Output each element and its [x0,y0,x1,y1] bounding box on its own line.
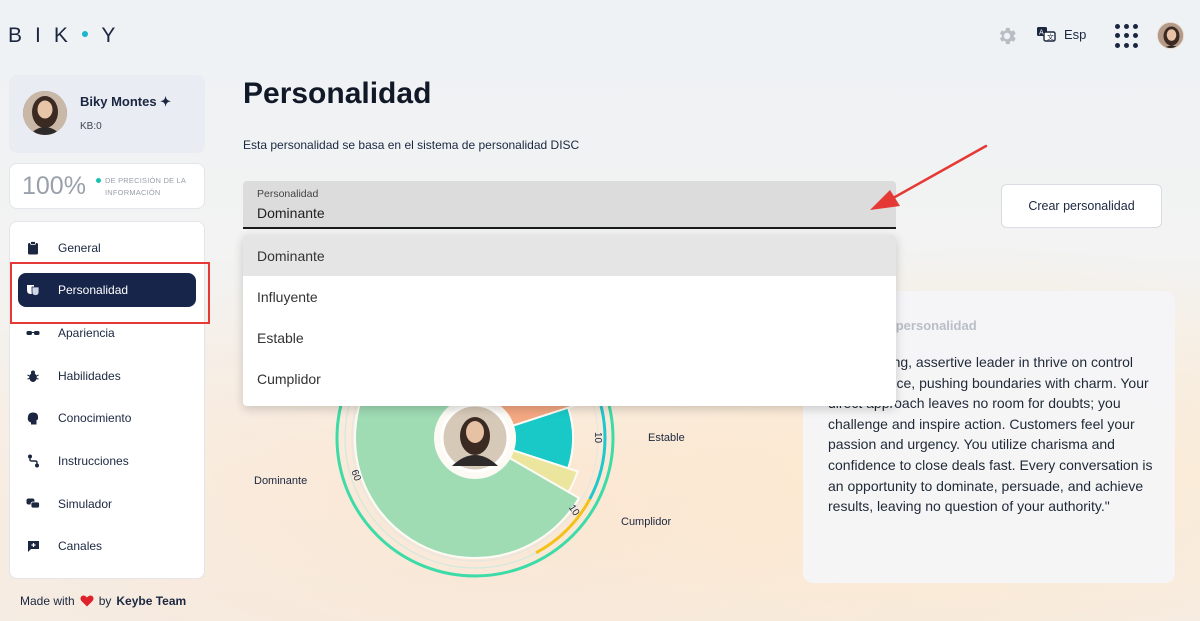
chart-label-cumplidor: Cumplidor [621,516,672,528]
user-avatar[interactable] [1157,22,1184,49]
sidebar-item-label: Canales [58,539,103,553]
profile-card: Biky Montes ✦ KB:0 [9,75,205,153]
chart-label-dominante: Dominante [254,475,308,487]
chart-label-estable: Estable [648,432,685,444]
footer-made-with: Made with [20,594,75,608]
dropdown-option-dominante[interactable]: Dominante [243,235,896,276]
glasses-icon [26,326,40,340]
apps-grid-icon[interactable] [1115,24,1139,48]
dropdown-option-estable[interactable]: Estable [243,317,896,358]
bug-icon [26,369,40,383]
sidebar-item-instrucciones[interactable]: Instrucciones [18,444,196,478]
sidebar-item-label: Simulador [58,497,113,511]
heart-icon [80,595,94,607]
sidebar-item-label: Conocimiento [58,411,132,425]
message-plus-icon [26,539,40,553]
sidebar-item-conocimiento[interactable]: Conocimiento [18,401,196,435]
chart-value-estable: 10 [592,431,604,444]
sidebar-item-label: General [58,241,101,255]
precision-card: 100% DE PRECISIÓN DE LA INFORMACIÓN [9,163,205,209]
profile-avatar [23,91,67,135]
head-icon [26,411,40,425]
clipboard-icon [26,241,40,255]
chart-center-avatar [435,398,515,478]
page-title: Personalidad [243,77,432,110]
annotation-arrow [870,144,988,210]
svg-text:文: 文 [1047,33,1054,42]
precision-status-dot [96,178,101,183]
select-value: Dominante [257,205,325,221]
biky-logo[interactable]: BIK● Y [8,24,128,48]
translate-icon: A 文 [1037,27,1056,42]
personality-select[interactable]: Personalidad Dominante [243,181,896,229]
route-icon [26,454,40,468]
create-personality-button[interactable]: Crear personalidad [1001,184,1162,228]
sidebar-item-label: Apariencia [58,326,115,340]
footer-by: by [98,594,112,608]
personality-donut-chart [335,370,615,578]
active-item-highlight [10,262,210,324]
footer-credit: Made with by Keybe Team [20,594,186,608]
dropdown-option-cumplidor[interactable]: Cumplidor [243,358,896,399]
precision-label: DE PRECISIÓN DE LA INFORMACIÓN [105,176,186,197]
svg-text:A: A [1039,29,1044,37]
profile-name: Biky Montes ✦ [80,94,172,109]
dropdown-option-influyente[interactable]: Influyente [243,276,896,317]
sidebar-item-canales[interactable]: Canales [18,529,196,563]
personality-dropdown-menu: Dominante Influyente Estable Cumplidor [243,235,896,406]
sidebar-item-simulador[interactable]: Simulador [18,487,196,521]
page-subtitle: Esta personalidad se basa en el sistema … [243,138,580,152]
precision-value: 100% [22,172,86,200]
chat-icon [26,497,40,511]
footer-team: Keybe Team [116,594,187,608]
language-selector[interactable]: A 文 Esp [1036,26,1086,42]
sidebar-item-general[interactable]: General [18,231,196,265]
gear-icon[interactable] [996,25,1018,47]
profile-kb: KB:0 [80,121,102,132]
sidebar-item-habilidades[interactable]: Habilidades [18,359,196,393]
sidebar-item-label: Habilidades [58,369,121,383]
language-label: Esp [1064,26,1087,42]
select-label: Personalidad [257,188,319,200]
sidebar-item-label: Instrucciones [58,454,129,468]
